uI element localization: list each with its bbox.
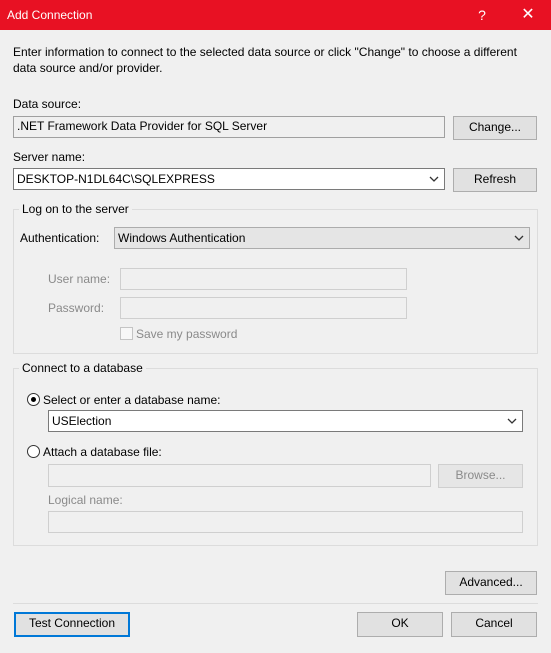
test-connection-button[interactable]: Test Connection bbox=[14, 612, 130, 637]
chevron-down-icon[interactable] bbox=[429, 175, 439, 183]
refresh-button[interactable]: Refresh bbox=[453, 168, 537, 192]
server-name-combo[interactable]: DESKTOP-N1DL64C\SQLEXPRESS bbox=[13, 168, 445, 190]
data-source-label: Data source: bbox=[13, 97, 82, 111]
radio-selected-dot bbox=[31, 397, 36, 402]
authentication-value: Windows Authentication bbox=[118, 231, 246, 245]
ok-button[interactable]: OK bbox=[357, 612, 443, 637]
authentication-label: Authentication: bbox=[20, 231, 100, 245]
password-label: Password: bbox=[48, 301, 105, 315]
chevron-down-icon[interactable] bbox=[507, 417, 517, 425]
attach-file-field[interactable] bbox=[48, 464, 431, 487]
server-name-value: DESKTOP-N1DL64C\SQLEXPRESS bbox=[17, 172, 215, 186]
chevron-down-icon[interactable] bbox=[514, 234, 524, 242]
title-bar: Add Connection ? ✕ bbox=[0, 0, 551, 30]
database-name-value: USElection bbox=[52, 414, 112, 428]
change-button[interactable]: Change... bbox=[453, 116, 537, 140]
save-password-label: Save my password bbox=[136, 327, 238, 341]
save-password-checkbox[interactable] bbox=[120, 327, 133, 340]
data-source-field: .NET Framework Data Provider for SQL Ser… bbox=[13, 116, 445, 138]
close-button[interactable]: ✕ bbox=[505, 0, 551, 30]
logon-group-title: Log on to the server bbox=[19, 202, 132, 216]
logical-name-field[interactable] bbox=[48, 511, 523, 533]
advanced-button[interactable]: Advanced... bbox=[445, 571, 537, 595]
select-database-label: Select or enter a database name: bbox=[43, 393, 221, 407]
logical-name-label: Logical name: bbox=[48, 493, 123, 507]
attach-database-radio[interactable] bbox=[27, 445, 40, 458]
cancel-button[interactable]: Cancel bbox=[451, 612, 537, 637]
footer-separator bbox=[13, 603, 538, 604]
select-database-radio[interactable] bbox=[27, 393, 40, 406]
browse-button[interactable]: Browse... bbox=[438, 464, 523, 488]
database-group-title: Connect to a database bbox=[19, 361, 146, 375]
authentication-combo[interactable]: Windows Authentication bbox=[114, 227, 530, 249]
help-button[interactable]: ? bbox=[459, 0, 505, 30]
server-name-label: Server name: bbox=[13, 150, 86, 164]
intro-text: Enter information to connect to the sele… bbox=[13, 45, 517, 75]
user-name-field[interactable] bbox=[120, 268, 407, 290]
attach-database-label: Attach a database file: bbox=[43, 445, 162, 459]
window-title: Add Connection bbox=[7, 8, 93, 22]
user-name-label: User name: bbox=[48, 272, 111, 286]
database-name-combo[interactable]: USElection bbox=[48, 410, 523, 432]
password-field[interactable] bbox=[120, 297, 407, 319]
